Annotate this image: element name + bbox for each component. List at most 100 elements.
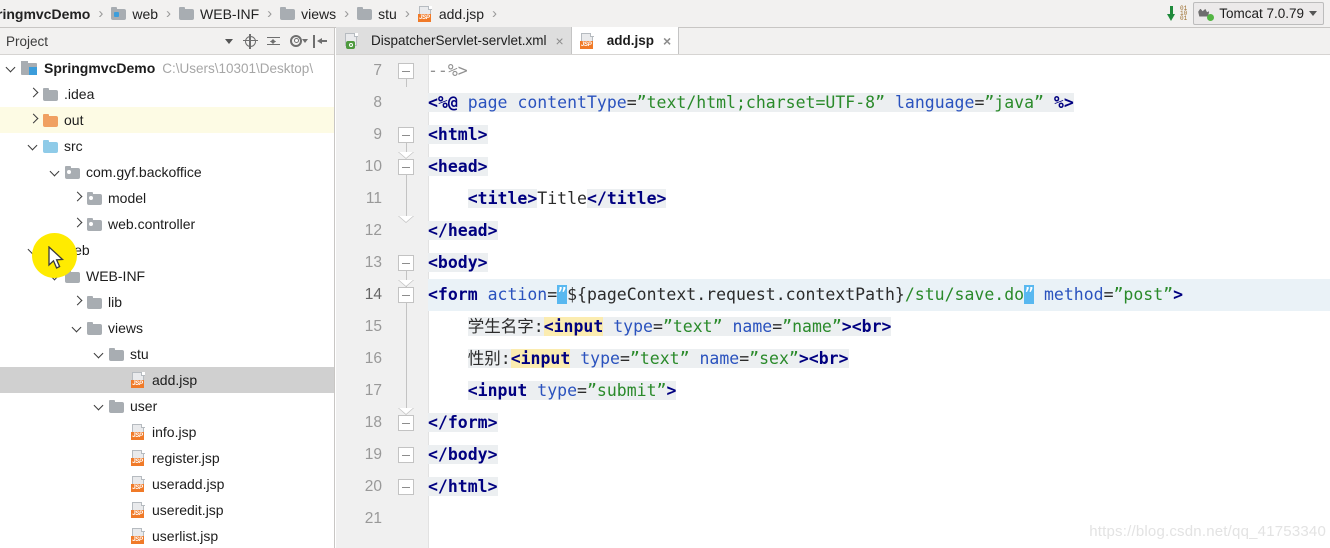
tree-node-register-jsp[interactable]: JSP register.jsp bbox=[0, 445, 334, 471]
chevron-right-icon[interactable] bbox=[70, 191, 85, 206]
code-line-15[interactable]: 15 学生名字:<input type=”text” name=”name”><… bbox=[336, 311, 1330, 343]
tree-node-label: SpringmvcDemo bbox=[44, 60, 156, 76]
tree-node-lib[interactable]: lib bbox=[0, 289, 334, 315]
folder-icon bbox=[43, 113, 58, 127]
tab-dispatcherservlet-xml[interactable]: DispatcherServlet-servlet.xml × bbox=[336, 27, 572, 54]
package-icon bbox=[87, 217, 102, 231]
chevron-down-icon[interactable] bbox=[70, 321, 85, 336]
folder-icon bbox=[87, 321, 102, 335]
code-editor[interactable]: 7 --%> 8 <%@ page contentType=”text/html;ch… bbox=[336, 55, 1330, 548]
line-source: <%@ page contentType=”text/html;charset=… bbox=[428, 93, 1074, 112]
line-source: --%> bbox=[428, 61, 468, 80]
chevron-down-icon[interactable] bbox=[225, 38, 233, 44]
chevron-down-icon[interactable] bbox=[48, 165, 63, 180]
tree-node-userlist-jsp[interactable]: JSP userlist.jsp bbox=[0, 523, 334, 547]
chevron-down-icon[interactable] bbox=[92, 347, 107, 362]
tree-node-model[interactable]: model bbox=[0, 185, 334, 211]
code-line-7[interactable]: 7 --%> bbox=[336, 55, 1330, 87]
line-number: 15 bbox=[364, 318, 382, 335]
tree-node-label: model bbox=[108, 190, 147, 206]
code-line-14[interactable]: 14 <form action=”${pageContext.request.co… bbox=[336, 279, 1330, 311]
breadcrumb-item-views[interactable]: views bbox=[279, 0, 337, 28]
code-line-8[interactable]: 8 <%@ page contentType=”text/html;charset… bbox=[336, 87, 1330, 119]
tab-label: DispatcherServlet-servlet.xml bbox=[371, 33, 547, 48]
close-icon[interactable]: × bbox=[663, 34, 671, 48]
line-number: 19 bbox=[364, 446, 382, 463]
tree-node-com-gyf-backoffice[interactable]: com.gyf.backoffice bbox=[0, 159, 334, 185]
chevron-right-icon[interactable] bbox=[70, 217, 85, 232]
tree-node-out[interactable]: out bbox=[0, 107, 334, 133]
folder-icon bbox=[109, 399, 124, 413]
project-tree[interactable]: SpringmvcDemo C:\Users\10301\Desktop\ .ide… bbox=[0, 55, 334, 547]
tree-node-add-jsp[interactable]: JSP add.jsp bbox=[0, 367, 334, 393]
code-line-17[interactable]: 17 <input type=”submit”> bbox=[336, 375, 1330, 407]
tree-node-views[interactable]: views bbox=[0, 315, 334, 341]
chevron-down-icon[interactable] bbox=[4, 61, 19, 76]
tree-node-useradd-jsp[interactable]: JSP useradd.jsp bbox=[0, 471, 334, 497]
chevron-down-icon bbox=[1309, 11, 1317, 16]
breadcrumb-label: add.jsp bbox=[438, 5, 485, 22]
chevron-down-icon[interactable] bbox=[26, 139, 41, 154]
download-update-icon[interactable]: 01 10 01 bbox=[1165, 5, 1187, 23]
jsp-file-icon: JSP bbox=[131, 476, 146, 492]
line-number: 9 bbox=[373, 126, 382, 143]
run-configuration-selector[interactable]: Tomcat 7.0.79 bbox=[1193, 2, 1324, 25]
breadcrumb-item-webinf[interactable]: WEB-INF bbox=[178, 0, 260, 28]
package-icon bbox=[65, 165, 80, 179]
tree-node-label: add.jsp bbox=[152, 372, 198, 388]
code-line-10[interactable]: 10 <head> bbox=[336, 151, 1330, 183]
code-line-20[interactable]: 20 </html> bbox=[336, 471, 1330, 503]
tree-node-stu[interactable]: stu bbox=[0, 341, 334, 367]
tree-node-user[interactable]: user bbox=[0, 393, 334, 419]
locate-in-tree-icon[interactable] bbox=[243, 33, 258, 49]
jsp-file-icon: JSP bbox=[579, 32, 595, 49]
line-source: <form action=”${pageContext.request.cont… bbox=[428, 285, 1184, 304]
jsp-file-icon: JSP bbox=[131, 502, 146, 518]
line-source: <input type=”submit”> bbox=[467, 381, 677, 400]
collapse-all-icon[interactable] bbox=[266, 34, 281, 49]
tree-node-useredit-jsp[interactable]: JSP useredit.jsp bbox=[0, 497, 334, 523]
tree-node-src[interactable]: src bbox=[0, 133, 334, 159]
chevron-right-icon[interactable] bbox=[26, 113, 41, 128]
chevron-right-icon[interactable] bbox=[70, 295, 85, 310]
code-line-19[interactable]: 19 </body> bbox=[336, 439, 1330, 471]
line-source: 学生名字:<input type=”text” name=”name”><br> bbox=[467, 317, 892, 336]
project-panel-toolbar bbox=[243, 33, 330, 49]
breadcrumb-label: stu bbox=[378, 5, 397, 22]
code-line-12[interactable]: 12 </head> bbox=[336, 215, 1330, 247]
chevron-right-icon[interactable] bbox=[26, 87, 41, 102]
breadcrumb-label: web bbox=[132, 5, 159, 22]
tree-node-springmvcdemo[interactable]: SpringmvcDemo C:\Users\10301\Desktop\ bbox=[0, 55, 334, 81]
folder-icon bbox=[43, 87, 58, 101]
breadcrumb-item-stu[interactable]: stu bbox=[356, 0, 398, 28]
line-source: <body> bbox=[428, 253, 488, 272]
code-line-16[interactable]: 16 性别:<input type=”text” name=”sex”><br> bbox=[336, 343, 1330, 375]
breadcrumb-item-web[interactable]: web bbox=[110, 0, 159, 28]
tree-node--idea[interactable]: .idea bbox=[0, 81, 334, 107]
code-line-13[interactable]: 13 <body> bbox=[336, 247, 1330, 279]
breadcrumb-item-addjsp[interactable]: JSP add.jsp bbox=[417, 0, 485, 28]
breadcrumb-separator: › bbox=[267, 5, 273, 22]
tree-node-label: views bbox=[108, 320, 144, 336]
line-source: </head> bbox=[428, 221, 498, 240]
project-panel-title: Project bbox=[6, 33, 49, 49]
code-line-18[interactable]: 18 </form> bbox=[336, 407, 1330, 439]
line-source: </html> bbox=[428, 477, 498, 496]
gear-icon[interactable] bbox=[289, 34, 308, 49]
folder-icon bbox=[179, 7, 195, 20]
tab-addjsp[interactable]: JSP add.jsp × bbox=[571, 27, 680, 54]
code-line-9[interactable]: 9 <html> bbox=[336, 119, 1330, 151]
hide-panel-icon[interactable] bbox=[312, 34, 327, 49]
tree-node-info-jsp[interactable]: JSP info.jsp bbox=[0, 419, 334, 445]
code-line-11[interactable]: 11 <title>Title</title> bbox=[336, 183, 1330, 215]
chevron-down-icon[interactable] bbox=[92, 399, 107, 414]
breadcrumb-item-project[interactable]: ringmvcDemo bbox=[0, 0, 91, 28]
close-icon[interactable]: × bbox=[556, 34, 564, 48]
line-source: <html> bbox=[428, 125, 488, 144]
code-lines[interactable]: 7 --%> 8 <%@ page contentType=”text/html;ch… bbox=[336, 55, 1330, 548]
